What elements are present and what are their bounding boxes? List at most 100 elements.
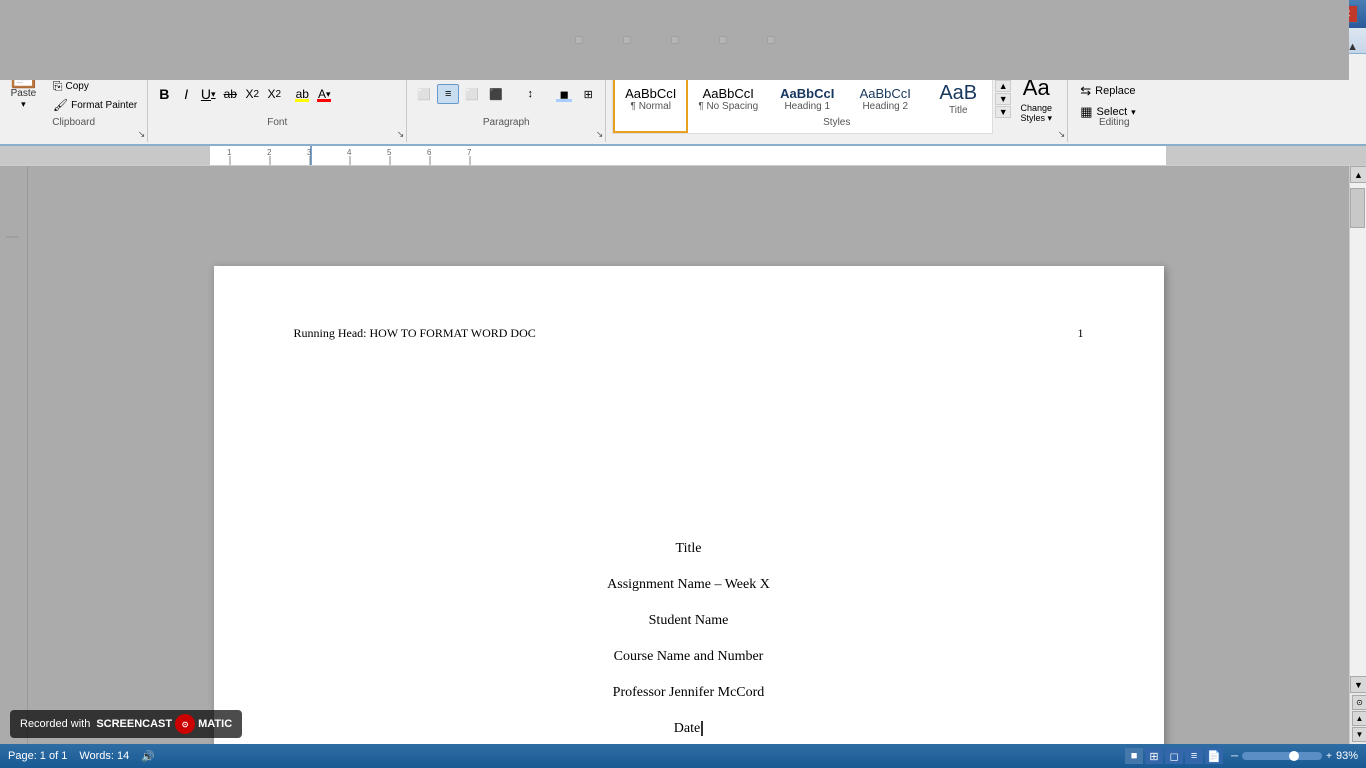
clipboard-expand-icon[interactable]: ↘ bbox=[138, 129, 146, 140]
document-scroll-area[interactable]: Running Head: HOW TO FORMAT WORD DOC 1 T… bbox=[28, 166, 1349, 744]
format-painter-button[interactable]: 🖌 Format Painter bbox=[49, 97, 141, 113]
zoom-slider[interactable] bbox=[1242, 752, 1322, 760]
page-header: Running Head: HOW TO FORMAT WORD DOC 1 bbox=[294, 326, 1084, 341]
editing-label: Editing bbox=[1068, 117, 1160, 128]
align-left-button[interactable]: ⬜ bbox=[413, 84, 435, 104]
svg-text:5: 5 bbox=[387, 148, 392, 157]
style-title-label: Title bbox=[949, 105, 968, 116]
word-count-status: Words: 14 bbox=[79, 750, 129, 762]
styles-scroll-up-button[interactable]: ▲ bbox=[995, 80, 1011, 92]
vertical-scrollbar[interactable]: ▲ ▼ ⊙ ▲ ▼ bbox=[1349, 166, 1366, 744]
italic-button[interactable]: I bbox=[176, 84, 196, 104]
style-no-spacing-preview: AaBbCcI bbox=[703, 86, 754, 101]
status-right: ■ ⊞ ◻ ≡ 📄 ─ + 93% bbox=[1125, 748, 1358, 764]
svg-text:7: 7 bbox=[467, 148, 472, 157]
page-number: 1 bbox=[1078, 326, 1084, 341]
superscript-button[interactable]: X2 bbox=[264, 84, 284, 104]
justify-button[interactable]: ⬛ bbox=[485, 84, 507, 104]
svg-text:6: 6 bbox=[427, 148, 432, 157]
styles-gallery-scroll: ▲ ▼ ▼ bbox=[995, 80, 1011, 118]
scroll-down-button[interactable]: ▼ bbox=[1350, 676, 1366, 693]
style-normal-preview: AaBbCcI bbox=[625, 86, 676, 101]
ruler: 1 2 3 4 5 6 7 bbox=[0, 146, 1366, 166]
styles-expand-icon[interactable]: ↘ bbox=[1058, 129, 1066, 140]
line-spacing-button[interactable]: ↕ bbox=[519, 84, 541, 104]
page-status: Page: 1 of 1 bbox=[8, 750, 67, 762]
style-title-preview: AaB bbox=[939, 82, 977, 105]
text-cursor: ​ bbox=[701, 721, 703, 736]
style-no-spacing-label: ¶ No Spacing bbox=[698, 101, 758, 112]
zoom-out-button[interactable]: ─ bbox=[1231, 751, 1238, 762]
left-margin-bar: │ bbox=[0, 166, 28, 744]
ruler-main[interactable]: 1 2 3 4 5 6 7 bbox=[210, 146, 1166, 165]
borders-button[interactable]: ⊞ bbox=[577, 84, 599, 104]
document-container: │ Running Head: HOW TO FORMAT WORD DOC 1 bbox=[0, 166, 1366, 744]
ruler-left-margin bbox=[0, 146, 210, 165]
watermark-suffix-text: MATIC bbox=[198, 718, 232, 730]
page-wrapper: Running Head: HOW TO FORMAT WORD DOC 1 T… bbox=[28, 166, 1349, 744]
scroll-up-button[interactable]: ▲ bbox=[1350, 166, 1366, 183]
recorded-with-text: Recorded with bbox=[20, 718, 90, 730]
styles-label: Styles bbox=[606, 117, 1067, 128]
document-professor-line[interactable]: Professor Jennifer McCord bbox=[613, 685, 765, 701]
document-course-line[interactable]: Course Name and Number bbox=[614, 649, 764, 665]
align-center-button[interactable]: ≡ bbox=[437, 84, 459, 104]
full-screen-view-button[interactable]: ⊞ bbox=[1145, 748, 1163, 764]
subscript-button[interactable]: X2 bbox=[242, 84, 262, 104]
format-painter-icon: 🖌 bbox=[53, 98, 68, 112]
svg-text:4: 4 bbox=[347, 148, 352, 157]
ruler-right-margin bbox=[1166, 146, 1366, 165]
screencast-watermark: Recorded with SCREENCAST ⊙ MATIC bbox=[10, 710, 242, 738]
style-heading1-label: Heading 1 bbox=[784, 101, 830, 112]
clipboard-label: Clipboard bbox=[0, 117, 147, 128]
web-layout-view-button[interactable]: ◻ bbox=[1165, 748, 1183, 764]
status-bar: Page: 1 of 1 Words: 14 🔊 ■ ⊞ ◻ ≡ 📄 ─ + 9… bbox=[0, 744, 1366, 768]
zoom-level: 93% bbox=[1336, 750, 1358, 762]
replace-icon: ⇆ bbox=[1080, 83, 1091, 99]
font-color-button[interactable]: A ▾ bbox=[314, 84, 334, 104]
browse-next-button[interactable]: ▼ bbox=[1352, 727, 1366, 742]
document-date-line[interactable]: Date ​ bbox=[674, 721, 703, 737]
font-expand-icon[interactable]: ↘ bbox=[397, 129, 405, 140]
font-label: Font bbox=[148, 117, 406, 128]
watermark-brand-text: SCREENCAST bbox=[96, 718, 172, 730]
zoom-control[interactable]: ─ + 93% bbox=[1231, 750, 1358, 762]
watermark-logo-icon: ⊙ bbox=[175, 714, 195, 734]
running-head: Running Head: HOW TO FORMAT WORD DOC bbox=[294, 326, 536, 341]
document-student-line[interactable]: Student Name bbox=[649, 613, 729, 629]
document-page[interactable]: Running Head: HOW TO FORMAT WORD DOC 1 T… bbox=[214, 266, 1164, 744]
style-heading2-preview: AaBbCcI bbox=[860, 86, 911, 101]
print-layout-view-button[interactable]: ■ bbox=[1125, 748, 1143, 764]
strikethrough-button[interactable]: ab bbox=[220, 84, 240, 104]
browse-previous-button[interactable]: ▲ bbox=[1352, 711, 1366, 726]
style-heading1-preview: AaBbCcI bbox=[780, 86, 834, 101]
copy-icon: ⎘ bbox=[53, 79, 63, 94]
underline-button[interactable]: U▾ bbox=[198, 84, 218, 104]
document-title-line[interactable]: Title bbox=[676, 541, 702, 557]
scroll-thumb[interactable] bbox=[1350, 188, 1365, 228]
paragraph-expand-icon[interactable]: ↘ bbox=[596, 129, 604, 140]
zoom-thumb[interactable] bbox=[1289, 751, 1299, 761]
copy-button[interactable]: ⎘ Copy bbox=[49, 78, 141, 95]
outline-view-button[interactable]: ≡ bbox=[1185, 748, 1203, 764]
svg-text:1: 1 bbox=[227, 148, 232, 157]
paragraph-label: Paragraph bbox=[407, 117, 605, 128]
replace-button[interactable]: ⇆ Replace bbox=[1074, 81, 1154, 101]
document-assignment-line[interactable]: Assignment Name – Week X bbox=[607, 577, 770, 593]
style-normal-label: ¶ Normal bbox=[631, 101, 671, 112]
zoom-in-button[interactable]: + bbox=[1326, 751, 1332, 762]
shading-button[interactable]: ◼ bbox=[553, 84, 575, 104]
vertical-ruler: │ bbox=[8, 233, 19, 239]
page-content: Title Assignment Name – Week X Student N… bbox=[294, 541, 1084, 737]
align-right-button[interactable]: ⬜ bbox=[461, 84, 483, 104]
language-status: 🔊 bbox=[141, 750, 155, 763]
draft-view-button[interactable]: 📄 bbox=[1205, 748, 1223, 764]
text-highlight-button[interactable]: ab bbox=[292, 84, 312, 104]
scroll-track[interactable] bbox=[1350, 183, 1366, 676]
svg-text:2: 2 bbox=[267, 148, 272, 157]
style-heading2-label: Heading 2 bbox=[862, 101, 908, 112]
bold-button[interactable]: B bbox=[154, 84, 174, 104]
status-left: Page: 1 of 1 Words: 14 🔊 bbox=[8, 750, 155, 763]
styles-scroll-down-button[interactable]: ▼ bbox=[995, 93, 1011, 105]
select-browse-object-button[interactable]: ⊙ bbox=[1352, 695, 1366, 710]
